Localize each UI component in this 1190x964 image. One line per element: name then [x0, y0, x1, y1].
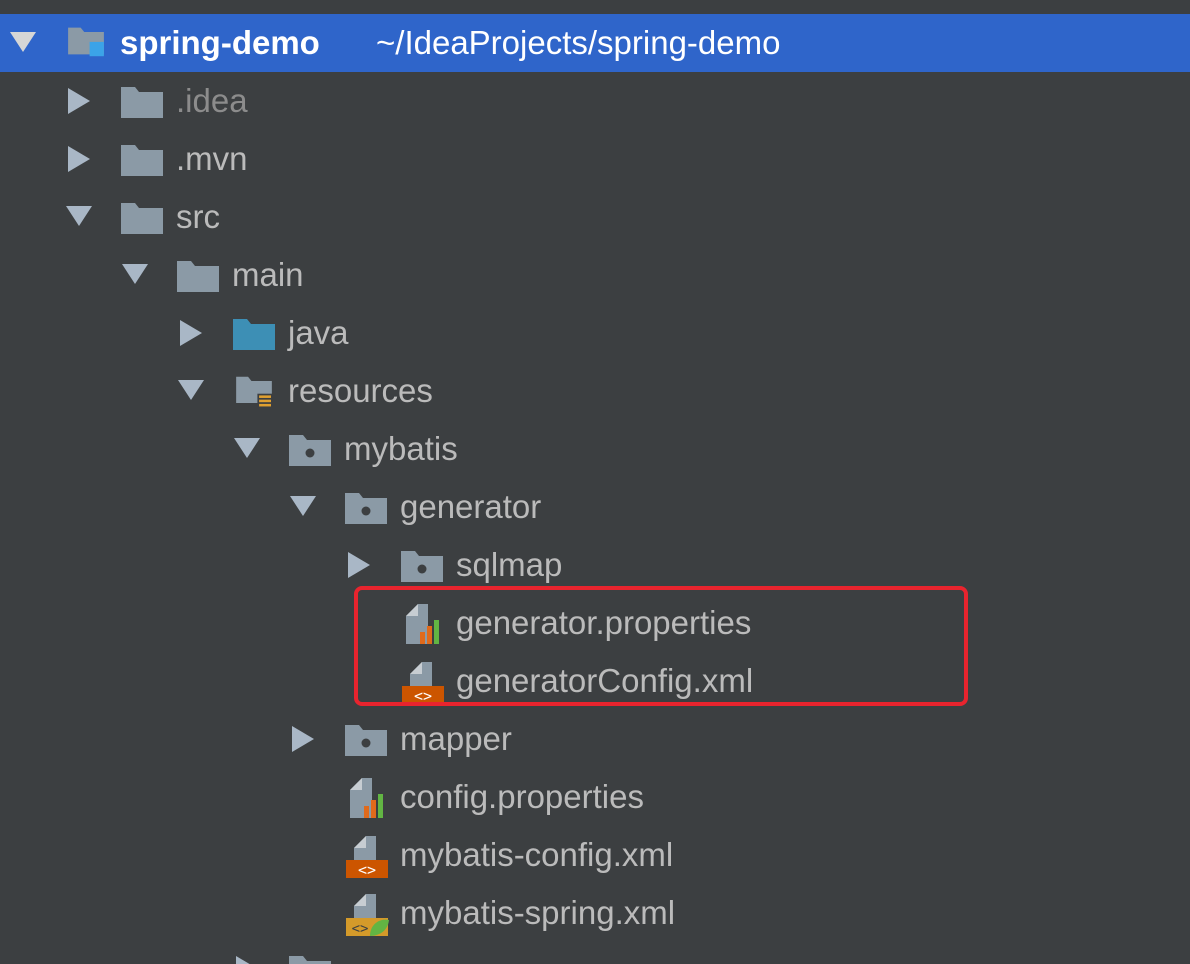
svg-text:<>: <> [352, 921, 369, 937]
xml-file-icon: <> [346, 836, 388, 879]
folder-label: .idea [176, 82, 248, 119]
tree-row-mybatis-config[interactable]: <> mybatis-config.xml [0, 826, 1190, 884]
chevron-right-icon[interactable] [292, 726, 314, 752]
project-path: ~/IdeaProjects/spring-demo [376, 24, 781, 61]
tree-row-generator[interactable]: generator [0, 478, 1190, 536]
folder-icon [121, 203, 163, 234]
folder-label: .mvn [176, 140, 248, 177]
chevron-down-icon[interactable] [10, 32, 36, 52]
folder-label: main [232, 256, 304, 293]
file-label: mybatis-spring.xml [400, 894, 676, 931]
chevron-down-icon[interactable] [66, 206, 92, 226]
top-edge [0, 0, 1190, 12]
project-name: spring-demo [120, 24, 320, 61]
folder-label: src [176, 198, 220, 235]
package-folder-icon [345, 493, 387, 524]
tree-row-config-properties[interactable]: config.properties [0, 768, 1190, 826]
file-label: mybatis-config.xml [400, 836, 674, 873]
svg-text:<>: <> [358, 861, 376, 879]
chevron-right-icon[interactable] [348, 552, 370, 578]
tree-row-resources[interactable]: resources [0, 362, 1190, 420]
tree-row-java[interactable]: java [0, 304, 1190, 362]
folder-label: resources [288, 372, 433, 409]
folder-label: mapper [400, 720, 512, 757]
folder-icon [177, 261, 219, 292]
tree-row-mvn[interactable]: .mvn [0, 130, 1190, 188]
tree-row-mapper[interactable]: mapper [0, 710, 1190, 768]
chevron-right-icon[interactable] [68, 146, 90, 172]
tree-row-project-root[interactable]: spring-demo ~/IdeaProjects/spring-demo [0, 14, 1190, 72]
properties-file-icon [350, 778, 383, 818]
highlight-annotation-box [354, 586, 968, 706]
tree-row-partial[interactable] [0, 942, 1190, 964]
package-folder-icon [345, 725, 387, 756]
package-folder-icon [289, 435, 331, 466]
chevron-down-icon[interactable] [290, 496, 316, 516]
source-folder-icon [233, 319, 275, 350]
tree-row-idea[interactable]: .idea [0, 72, 1190, 130]
chevron-right-icon[interactable] [180, 320, 202, 346]
chevron-right-icon[interactable] [236, 956, 258, 964]
folder-label: sqlmap [456, 546, 563, 583]
folder-icon [121, 145, 163, 176]
tree-row-src[interactable]: src [0, 188, 1190, 246]
folder-label: mybatis [344, 430, 458, 467]
resources-folder-icon [236, 376, 273, 409]
package-folder-icon [401, 551, 443, 582]
folder-icon [289, 956, 331, 964]
chevron-right-icon[interactable] [68, 88, 90, 114]
tree-row-mybatis[interactable]: mybatis [0, 420, 1190, 478]
project-folder-icon [68, 27, 104, 57]
spring-xml-file-icon: <> [346, 894, 389, 937]
chevron-down-icon[interactable] [234, 438, 260, 458]
tree-row-main[interactable]: main [0, 246, 1190, 304]
chevron-down-icon[interactable] [122, 264, 148, 284]
tree-row-mybatis-spring[interactable]: <> mybatis-spring.xml [0, 884, 1190, 942]
folder-label: java [288, 314, 349, 351]
folder-label: generator [400, 488, 542, 525]
file-label: config.properties [400, 778, 644, 815]
chevron-down-icon[interactable] [178, 380, 204, 400]
folder-icon [121, 87, 163, 118]
